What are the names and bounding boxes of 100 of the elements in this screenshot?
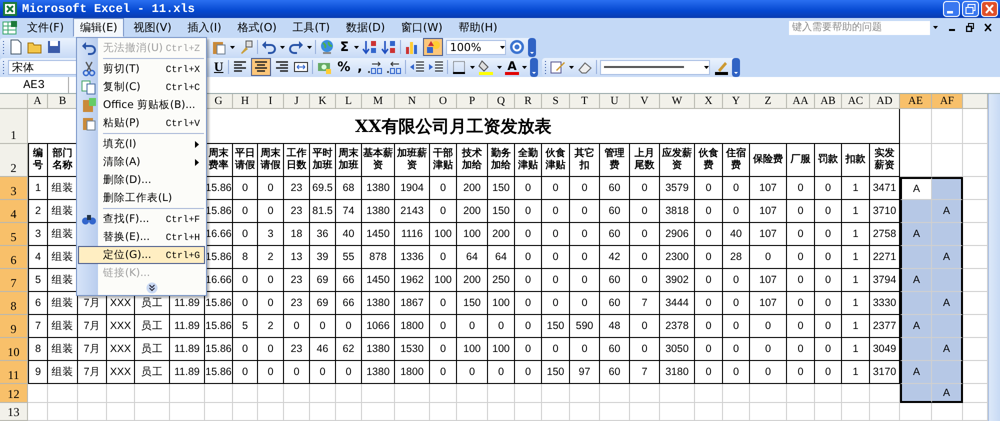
table-cell: XXX [107,315,135,338]
table-cell: 46 [310,338,336,361]
underline-button[interactable]: U [212,59,226,75]
table-cell: 1 [842,361,870,384]
help-search-field[interactable]: 键入需要帮助的问题 [788,20,931,36]
column-header[interactable]: AF [932,94,963,109]
menu-option[interactable]: 删除工作表(L) [78,189,205,207]
table-cell: 1 [842,338,870,361]
column-header[interactable]: P [457,94,488,109]
column-header[interactable]: I [258,94,284,109]
menu-option[interactable]: 剪切(T) Ctrl+X [78,60,205,78]
column-header[interactable]: Z [750,94,787,109]
column-heading: 其它扣 [570,144,600,177]
menu-item[interactable]: 工具(T) [286,18,337,37]
row-header[interactable]: 11 [0,361,28,384]
table-cell: 0 [233,292,258,315]
table-cell: 0 [310,361,336,384]
table-cell: 69 [310,292,336,315]
row-header[interactable]: 6 [0,246,28,269]
table-cell: A [932,200,963,223]
menu-item[interactable]: 窗口(W) [394,18,450,37]
comma-button[interactable]: , [355,60,364,74]
table-cell: 2143 [395,200,430,223]
table-cell: 1 [842,269,870,292]
table-cell: 0 [542,223,570,246]
row-header[interactable]: 7 [0,269,28,292]
menu-option[interactable]: 复制(C) Ctrl+C [78,78,205,96]
column-header[interactable]: S [542,94,570,109]
table-cell: 0 [787,200,815,223]
column-header[interactable]: Q [488,94,515,109]
column-header[interactable]: V [630,94,660,109]
column-header[interactable]: R [515,94,542,109]
table-cell: 1 [842,292,870,315]
menu-option[interactable]: 粘贴(P) Ctrl+V [78,114,205,132]
menu-option[interactable]: Office 剪贴板(B)... [78,96,205,114]
table-cell: 3 [258,223,284,246]
zoom-field[interactable]: 100% [446,40,506,54]
autosum-button[interactable]: Σ [338,40,351,54]
table-cell: 0 [815,338,842,361]
menu-item[interactable]: 格式(O) [230,18,284,37]
table-cell: 0 [630,200,660,223]
menu-option[interactable]: 清除(A) [78,153,205,171]
menu-item[interactable]: 数据(D) [338,18,392,37]
table-cell: A [900,315,932,338]
menu-item[interactable]: 视图(V) [126,18,179,37]
row-header[interactable]: 8 [0,292,28,315]
column-header[interactable]: AB [815,94,842,109]
column-header[interactable]: Y [723,94,750,109]
row-header[interactable]: 4 [0,200,28,223]
table-cell: 0 [750,315,787,338]
row-header[interactable]: 10 [0,338,28,361]
column-header[interactable]: L [336,94,362,109]
percent-button[interactable]: % [335,60,352,74]
row-header[interactable]: 13 [0,403,28,421]
row-header[interactable]: 3 [0,177,28,200]
table-cell: 0 [695,246,723,269]
row-header[interactable]: 2 [0,144,28,177]
menu-option[interactable]: 查找(F)... Ctrl+F [78,210,205,228]
column-header[interactable]: J [284,94,310,109]
column-header[interactable]: AC [842,94,870,109]
column-header[interactable]: T [570,94,600,109]
column-header[interactable]: M [362,94,395,109]
column-header[interactable]: B [48,94,78,109]
menu-item[interactable]: 文件(F) [20,18,71,37]
column-header[interactable]: N [395,94,430,109]
table-cell: 1380 [362,292,395,315]
menu-option[interactable]: 填充(I) [78,135,205,153]
table-cell: 7 [630,292,660,315]
table-cell: 0 [430,315,457,338]
column-heading: 基本薪资 [362,144,395,177]
column-header[interactable]: X [695,94,723,109]
column-header[interactable]: O [430,94,457,109]
menu-option[interactable]: 替换(E)... Ctrl+H [78,228,205,246]
table-cell: 100 [430,223,457,246]
menu-option[interactable]: 定位(G)... Ctrl+G [78,246,205,264]
column-header[interactable]: G [205,94,233,109]
column-heading: 实发薪资 [870,144,900,177]
column-header[interactable]: A [28,94,48,109]
row-header[interactable]: 12 [0,384,28,403]
menu-item[interactable]: 帮助(H) [452,18,504,37]
column-header[interactable]: AE [900,94,932,109]
column-header[interactable]: U [600,94,630,109]
row-header[interactable]: 5 [0,223,28,246]
column-header[interactable]: H [233,94,258,109]
column-header[interactable]: AD [870,94,900,109]
column-header[interactable]: W [660,94,695,109]
table-cell: 0 [750,338,787,361]
column-header[interactable]: AA [787,94,815,109]
table-cell: 0 [815,223,842,246]
menu-item[interactable]: 编辑(E) [72,18,124,37]
table-cell: 6 [28,292,48,315]
menu-item[interactable]: 插入(I) [180,18,228,37]
column-heading: 干部津贴 [430,144,457,177]
menu-option[interactable]: 删除(D)... [78,171,205,189]
name-box[interactable]: AE3 [0,77,69,93]
table-cell: 0 [787,315,815,338]
row-header[interactable]: 1 [0,109,28,144]
row-header[interactable]: 9 [0,315,28,338]
table-cell: 0 [430,200,457,223]
column-header[interactable]: K [310,94,336,109]
